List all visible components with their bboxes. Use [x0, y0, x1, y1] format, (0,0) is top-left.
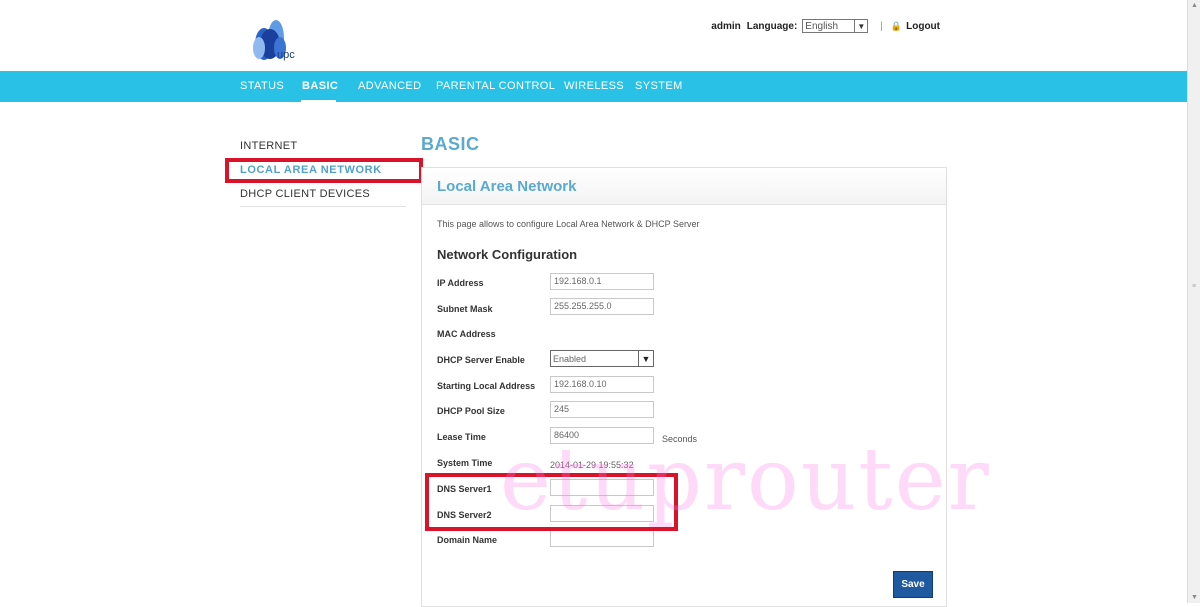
username: admin [711, 20, 741, 32]
nav-wireless[interactable]: WIRELESS [564, 80, 624, 92]
save-button[interactable]: Save [893, 571, 933, 598]
highlight-box-sidebar [225, 158, 423, 183]
dhcp-pool-size-field[interactable]: 245 [550, 401, 654, 418]
nav-parental-control[interactable]: PARENTAL CONTROL [436, 80, 555, 92]
nav-active-indicator [301, 100, 336, 102]
sidebar-item-dhcp-client-devices[interactable]: DHCP CLIENT DEVICES [240, 188, 406, 207]
logout-link[interactable]: Logout [906, 21, 940, 32]
language-label: Language: [746, 20, 798, 32]
scroll-down-icon[interactable]: ▼ [1191, 594, 1198, 601]
lan-panel: Local Area Network This page allows to c… [421, 167, 947, 607]
vertical-scrollbar[interactable]: ▲ ≡ ▼ [1187, 0, 1200, 603]
ip-address-field[interactable]: 192.168.0.1 [550, 273, 654, 290]
system-time-value: 2014-01-29 19:55:32 [550, 460, 634, 470]
section-title: Network Configuration [437, 247, 578, 262]
highlight-box-dns [425, 473, 678, 531]
dhcp-server-enable-select[interactable]: Enabled ▼ [550, 350, 654, 367]
language-value: English [805, 20, 839, 32]
domain-name-field[interactable] [550, 530, 654, 547]
system-time-label: System Time [437, 458, 493, 468]
panel-title: Local Area Network [437, 178, 577, 195]
scroll-up-icon[interactable]: ▲ [1191, 2, 1198, 9]
domain-name-label: Domain Name [437, 535, 498, 545]
lease-time-unit: Seconds [662, 434, 698, 444]
starting-local-address-field[interactable]: 192.168.0.10 [550, 376, 654, 393]
nav-status[interactable]: STATUS [240, 80, 284, 92]
language-select[interactable]: English ▼ [802, 19, 869, 33]
main-nav: STATUS BASIC ADVANCED PARENTAL CONTROL W… [0, 71, 1187, 102]
sidebar-item-internet[interactable]: INTERNET [240, 140, 406, 159]
dhcp-server-enable-value: Enabled [553, 353, 587, 364]
account-bar: admin Language: English ▼ | 🔒 Logout [711, 19, 940, 33]
nav-basic[interactable]: BASIC [302, 80, 338, 92]
nav-system[interactable]: SYSTEM [635, 80, 683, 92]
chevron-down-icon: ▼ [854, 20, 867, 32]
lock-icon: 🔒 [890, 20, 903, 31]
lease-time-label: Lease Time [437, 432, 486, 442]
subnet-mask-field[interactable]: 255.255.255.0 [550, 298, 654, 315]
lease-time-field[interactable]: 86400 [550, 427, 654, 444]
dhcp-pool-size-label: DHCP Pool Size [437, 406, 505, 416]
nav-advanced[interactable]: ADVANCED [358, 80, 422, 92]
scroll-grip-icon[interactable]: ≡ [1192, 283, 1196, 290]
mac-address-label: MAC Address [437, 329, 496, 339]
chevron-down-icon: ▼ [638, 351, 653, 366]
page-heading: BASIC [421, 134, 480, 154]
ip-address-label: IP Address [437, 278, 484, 288]
dhcp-server-enable-label: DHCP Server Enable [437, 355, 525, 365]
starting-local-address-label: Starting Local Address [437, 381, 536, 391]
subnet-mask-label: Subnet Mask [437, 304, 493, 314]
logo-text: upc [277, 49, 295, 61]
divider: | [880, 20, 883, 32]
page-description: This page allows to configure Local Area… [437, 219, 700, 229]
